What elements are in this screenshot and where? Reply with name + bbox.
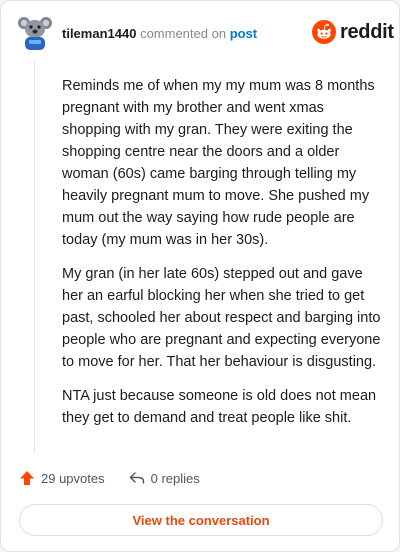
view-conversation-button[interactable]: View the conversation <box>19 504 383 536</box>
comment-paragraph: My gran (in her late 60s) stepped out an… <box>62 266 381 370</box>
thread-line <box>34 59 35 454</box>
avatar-koala-icon <box>18 17 52 50</box>
post-link[interactable]: post <box>230 26 257 41</box>
replies[interactable]: 0 replies <box>129 471 200 486</box>
username[interactable]: tileman1440 <box>62 26 136 41</box>
avatar[interactable] <box>17 15 53 51</box>
comment-footer: 29 upvotes 0 replies <box>19 470 200 486</box>
comment-header: tileman1440 commented on post <box>62 26 257 41</box>
comment-card: tileman1440 commented on post reddit Rem… <box>0 0 400 552</box>
reddit-logo[interactable]: reddit <box>312 20 394 44</box>
comment-paragraph: Reminds me of when my my mum was 8 month… <box>62 78 375 248</box>
reddit-wordmark: reddit <box>340 20 394 43</box>
upvote-arrow-icon <box>20 471 34 485</box>
upvote-count: 29 upvotes <box>41 470 105 486</box>
action-text: commented on <box>140 26 227 41</box>
reply-count: 0 replies <box>150 470 200 486</box>
reply-arrow-icon <box>129 472 144 484</box>
comment-paragraph: NTA just because someone is old does not… <box>62 388 377 426</box>
comment-body: Reminds me of when my my mum was 8 month… <box>62 75 384 441</box>
reddit-snoo-icon <box>312 20 336 44</box>
upvotes[interactable]: 29 upvotes <box>19 470 105 486</box>
